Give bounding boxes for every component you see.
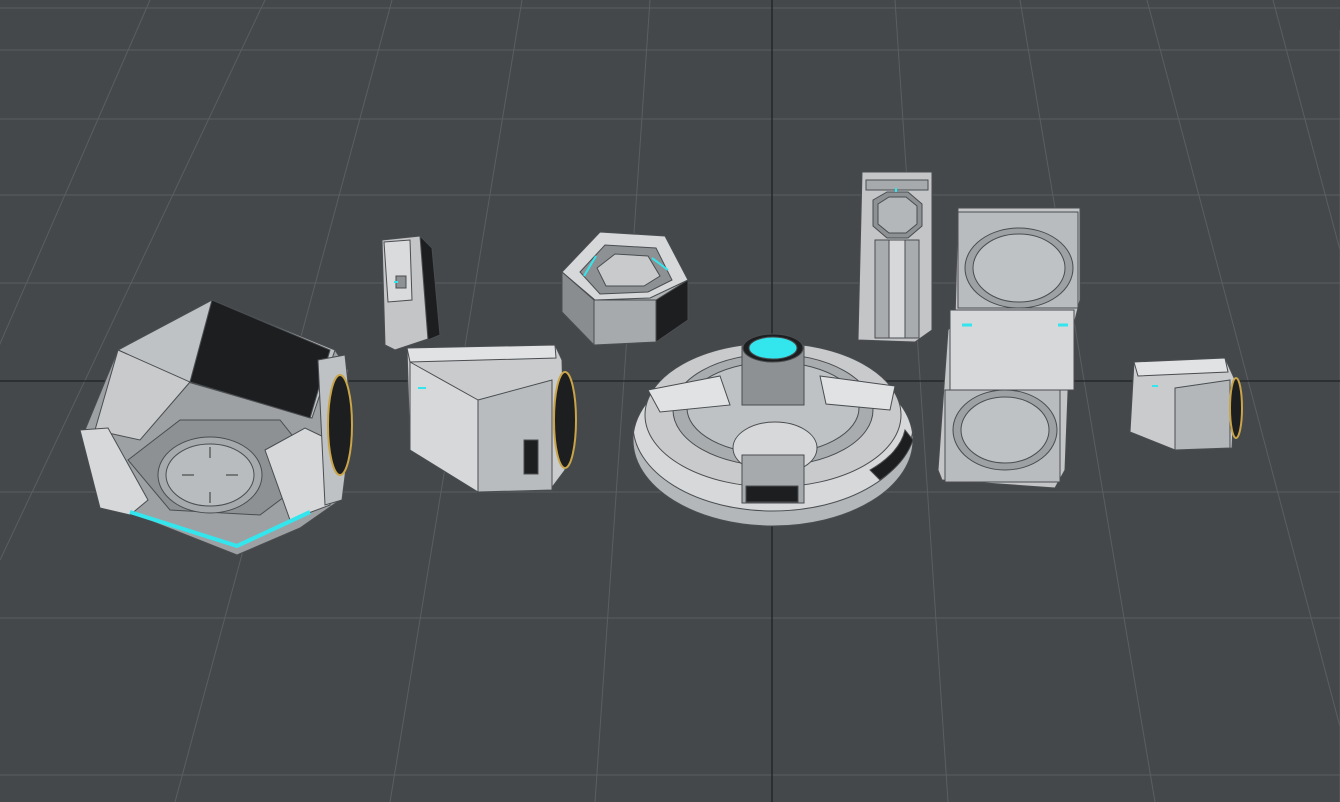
corner-hatch-block[interactable] bbox=[406, 344, 577, 493]
stacked-hatch-tower[interactable] bbox=[937, 207, 1081, 489]
hexagonal-pod[interactable] bbox=[79, 299, 353, 556]
hexagonal-ring[interactable] bbox=[561, 231, 689, 347]
small-bracket[interactable] bbox=[381, 234, 441, 351]
small-hatch-block[interactable] bbox=[1129, 357, 1243, 451]
circular-landing-pad[interactable] bbox=[632, 333, 914, 527]
elevator-shaft[interactable] bbox=[857, 171, 933, 343]
3d-viewport[interactable] bbox=[0, 0, 1340, 802]
scene-canvas[interactable] bbox=[0, 0, 1340, 802]
